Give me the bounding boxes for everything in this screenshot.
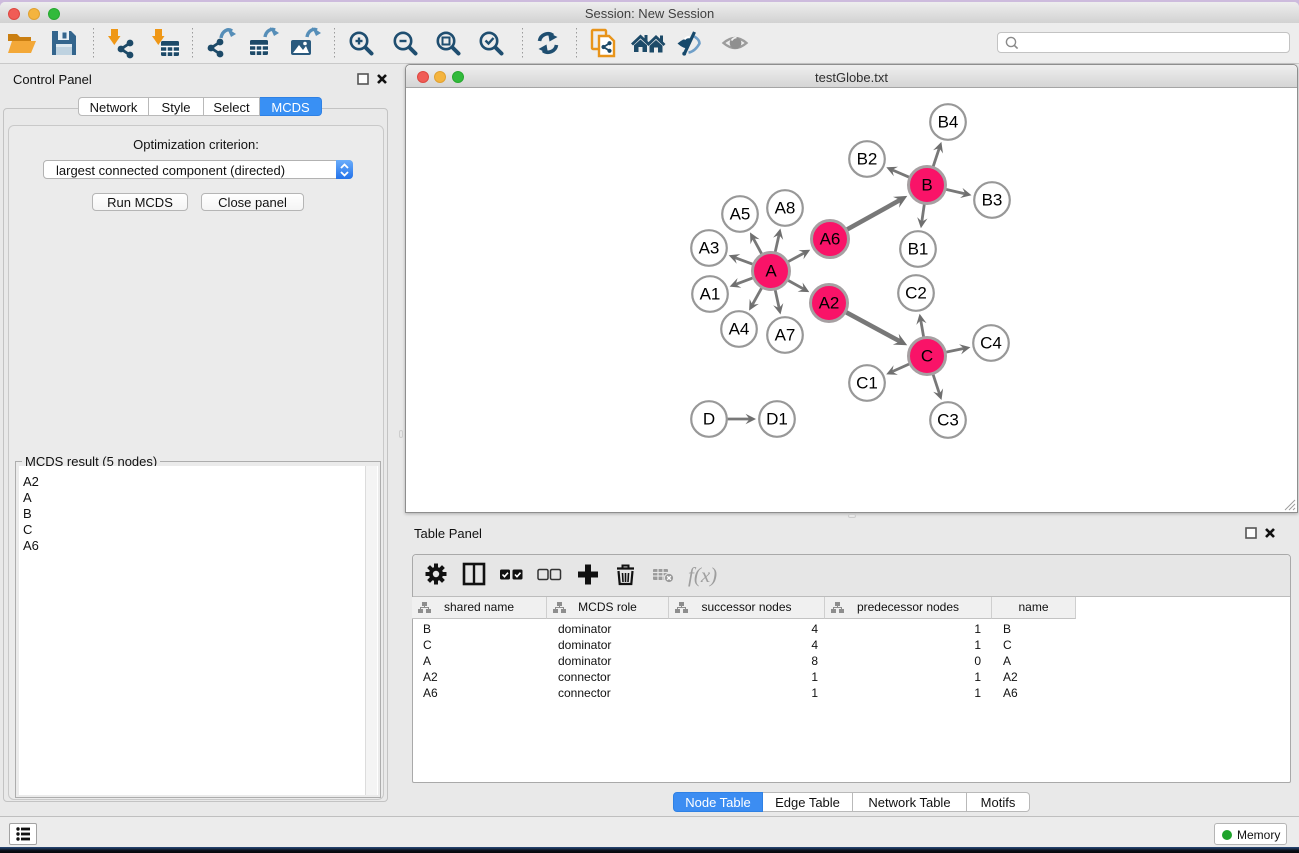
svg-text:B2: B2 [857,150,878,169]
svg-text:B1: B1 [908,240,929,259]
svg-text:D1: D1 [766,410,788,429]
svg-text:A1: A1 [700,285,721,304]
svg-text:A6: A6 [820,230,841,249]
svg-text:B3: B3 [982,191,1003,210]
svg-text:C3: C3 [937,411,959,430]
svg-text:A8: A8 [775,199,796,218]
svg-text:A5: A5 [730,205,751,224]
svg-text:f(x): f(x) [688,563,717,587]
svg-text:B4: B4 [938,113,959,132]
svg-text:C2: C2 [905,284,927,303]
svg-text:A2: A2 [819,294,840,313]
svg-text:A7: A7 [775,326,796,345]
svg-text:D: D [703,410,715,429]
svg-text:C4: C4 [980,334,1002,353]
svg-text:B: B [921,176,932,195]
svg-text:A4: A4 [729,320,750,339]
svg-text:C: C [921,347,933,366]
svg-text:C1: C1 [856,374,878,393]
svg-text:A: A [765,262,777,281]
svg-text:A3: A3 [699,239,720,258]
